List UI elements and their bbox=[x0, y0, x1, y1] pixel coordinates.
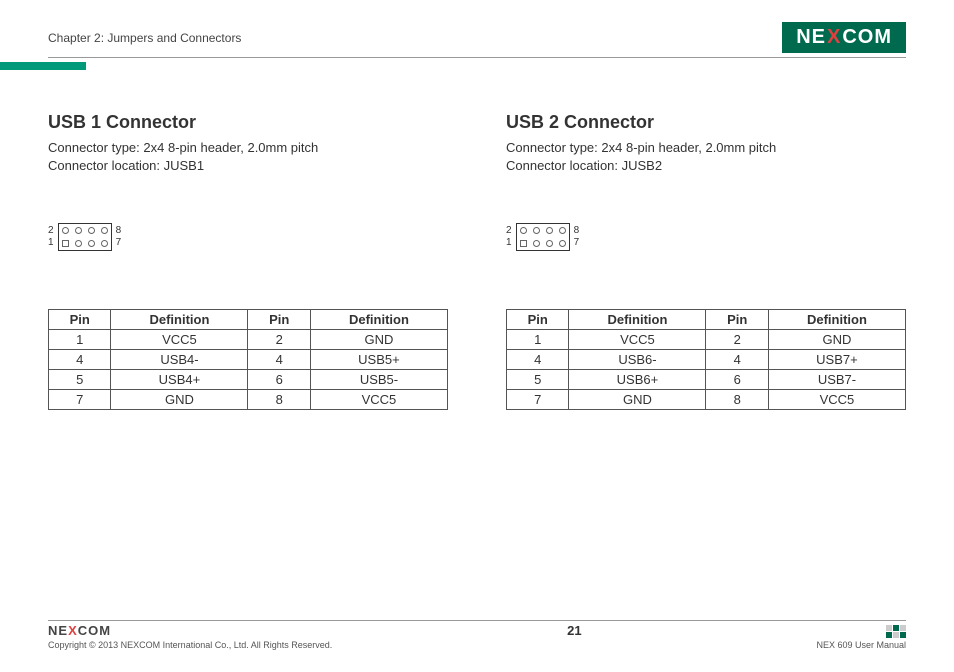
brand-logo: NEXCOM bbox=[782, 22, 906, 53]
connector-location: Connector location: JUSB2 bbox=[506, 157, 906, 175]
pin-label: 2 bbox=[506, 225, 512, 237]
col-header: Definition bbox=[569, 310, 706, 330]
accent-bar bbox=[0, 62, 86, 70]
table-row: 4USB6-4USB7+ bbox=[507, 350, 906, 370]
footer-logo: NEXCOM bbox=[48, 623, 332, 638]
brand-x-icon: X bbox=[827, 26, 841, 49]
manual-name: NEX 609 User Manual bbox=[816, 640, 906, 650]
content-columns: USB 1 Connector Connector type: 2x4 8-pi… bbox=[48, 112, 906, 410]
pin-label: 1 bbox=[506, 237, 512, 249]
pin-label: 8 bbox=[574, 225, 580, 237]
brand-post: COM bbox=[842, 26, 892, 49]
chapter-title: Chapter 2: Jumpers and Connectors bbox=[48, 31, 241, 45]
pin-header-icon bbox=[516, 223, 570, 251]
pin-label: 2 bbox=[48, 225, 54, 237]
pin-table: Pin Definition Pin Definition 1VCC52GND … bbox=[506, 309, 906, 410]
pin-labels-right: 8 7 bbox=[116, 225, 122, 249]
pin-diagram: 2 1 8 7 bbox=[506, 223, 906, 251]
usb2-section: USB 2 Connector Connector type: 2x4 8-pi… bbox=[506, 112, 906, 410]
usb1-section: USB 1 Connector Connector type: 2x4 8-pi… bbox=[48, 112, 448, 410]
pin-header-icon bbox=[58, 223, 112, 251]
table-row: 1VCC52GND bbox=[507, 330, 906, 350]
pin-label: 8 bbox=[116, 225, 122, 237]
connector-type: Connector type: 2x4 8-pin header, 2.0mm … bbox=[506, 139, 906, 157]
table-row: 1VCC52GND bbox=[49, 330, 448, 350]
pin-label: 7 bbox=[574, 237, 580, 249]
pin-labels-left: 2 1 bbox=[506, 225, 512, 249]
connector-location: Connector location: JUSB1 bbox=[48, 157, 448, 175]
pin-table: Pin Definition Pin Definition 1VCC52GND … bbox=[48, 309, 448, 410]
footer-left: NEXCOM Copyright © 2013 NEXCOM Internati… bbox=[48, 623, 332, 650]
connector-type: Connector type: 2x4 8-pin header, 2.0mm … bbox=[48, 139, 448, 157]
table-header-row: Pin Definition Pin Definition bbox=[507, 310, 906, 330]
col-header: Pin bbox=[49, 310, 111, 330]
brand-pre: NE bbox=[796, 26, 826, 49]
table-row: 5USB4+6USB5- bbox=[49, 370, 448, 390]
table-row: 5USB6+6USB7- bbox=[507, 370, 906, 390]
footer-right: NEX 609 User Manual bbox=[816, 623, 906, 650]
section-title: USB 2 Connector bbox=[506, 112, 906, 133]
pin-labels-left: 2 1 bbox=[48, 225, 54, 249]
pin-diagram: 2 1 8 7 bbox=[48, 223, 448, 251]
page-footer: NEXCOM Copyright © 2013 NEXCOM Internati… bbox=[48, 620, 906, 650]
col-header: Pin bbox=[248, 310, 310, 330]
col-header: Pin bbox=[507, 310, 569, 330]
table-row: 7GND8VCC5 bbox=[49, 390, 448, 410]
pin-label: 1 bbox=[48, 237, 54, 249]
section-title: USB 1 Connector bbox=[48, 112, 448, 133]
col-header: Definition bbox=[768, 310, 905, 330]
col-header: Pin bbox=[706, 310, 768, 330]
col-header: Definition bbox=[111, 310, 248, 330]
page-header: Chapter 2: Jumpers and Connectors NEXCOM bbox=[48, 22, 906, 58]
copyright-text: Copyright © 2013 NEXCOM International Co… bbox=[48, 640, 332, 650]
table-row: 7GND8VCC5 bbox=[507, 390, 906, 410]
table-header-row: Pin Definition Pin Definition bbox=[49, 310, 448, 330]
footer-pattern-icon bbox=[886, 625, 906, 638]
pin-label: 7 bbox=[116, 237, 122, 249]
table-row: 4USB4-4USB5+ bbox=[49, 350, 448, 370]
page-number: 21 bbox=[567, 623, 581, 638]
pin-labels-right: 8 7 bbox=[574, 225, 580, 249]
col-header: Definition bbox=[310, 310, 447, 330]
